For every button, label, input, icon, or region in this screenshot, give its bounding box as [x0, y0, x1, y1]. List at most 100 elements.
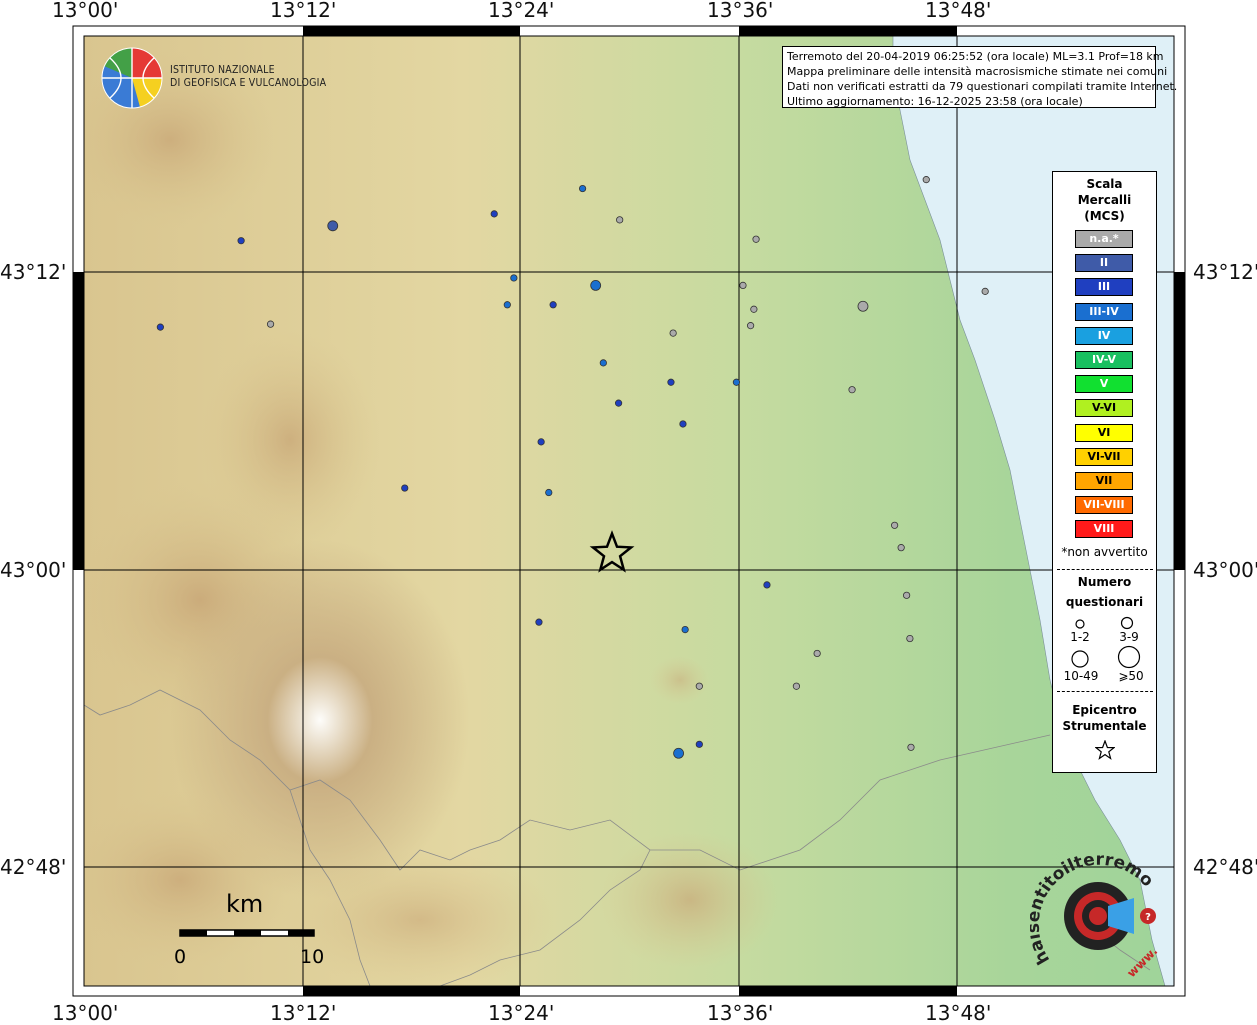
epicenter-title-2: Strumentale — [1062, 719, 1147, 733]
legend-class-vi-vii: VI-VII — [1075, 447, 1133, 466]
intensity-point[interactable] — [616, 216, 624, 224]
intensity-point[interactable] — [614, 399, 623, 407]
intensity-point[interactable] — [503, 301, 511, 309]
haisentito-badge-text: haisentitoilterremoto.it www. — [1030, 850, 1160, 980]
intensity-point[interactable] — [237, 237, 245, 245]
badge-text: haisentitoilterremoto.it — [1030, 850, 1157, 968]
intensity-point[interactable] — [907, 743, 915, 751]
intensity-point[interactable] — [763, 581, 771, 589]
intensity-point[interactable] — [857, 300, 869, 312]
intensity-point[interactable] — [732, 378, 741, 386]
lat-label-left-0: 43°12' — [0, 260, 67, 284]
count-label-50: ⩾50 — [1118, 669, 1144, 683]
legend-class-vii-viii: VII-VIII — [1075, 496, 1133, 515]
legend-class-ii: II — [1075, 254, 1133, 273]
lat-label-right-1: 43°00' — [1193, 558, 1257, 582]
intensity-point[interactable] — [667, 378, 675, 386]
legend-class-iv-v: IV-V — [1075, 351, 1133, 369]
legend-divider-2 — [1057, 691, 1153, 692]
legend-class-n-a: n.a.* — [1075, 230, 1133, 248]
epicenter-star-icon — [1095, 740, 1115, 760]
lon-label-top-2: 13°24' — [488, 0, 555, 22]
intensity-point[interactable] — [903, 591, 911, 599]
lat-label-left-2: 42°48' — [0, 855, 67, 879]
intensity-point[interactable] — [681, 625, 689, 634]
legend-class-v: V — [1075, 375, 1133, 394]
lon-label-bottom-1: 13°12' — [270, 1001, 337, 1025]
lon-label-top-1: 13°12' — [270, 0, 337, 22]
lon-label-top-4: 13°48' — [925, 0, 992, 22]
lat-label-right-2: 42°48' — [1193, 855, 1257, 879]
legend-class-iv: IV — [1075, 326, 1133, 345]
badge-www: www. — [1124, 944, 1160, 980]
lon-label-bottom-0: 13°00' — [52, 1001, 119, 1025]
lon-label-bottom-3: 13°36' — [707, 1001, 774, 1025]
intensity-point[interactable] — [906, 634, 914, 643]
intensity-point[interactable] — [981, 287, 989, 295]
intensity-point[interactable] — [327, 220, 339, 232]
scale-end: 10 — [300, 946, 325, 968]
count-label-10-49: 10-49 — [1063, 669, 1099, 683]
count-label-1-2: 1-2 — [1070, 630, 1090, 644]
count-title-1: Numero — [1077, 575, 1132, 589]
intensity-point[interactable] — [792, 682, 801, 690]
info-line-3: Dati non verificati estratti da 79 quest… — [787, 80, 1178, 93]
intensity-point[interactable] — [891, 521, 899, 529]
legend: Scala Mercalli (MCS) n.a.* II III III-IV IV I… — [1052, 171, 1157, 773]
intensity-point[interactable] — [266, 320, 275, 328]
intensity-point[interactable] — [739, 281, 747, 290]
ingv-logo-text: ISTITUTO NAZIONALE DI GEOFISICA E VULCAN… — [170, 64, 326, 90]
intensity-point[interactable] — [669, 329, 677, 337]
info-line-2: Mappa preliminare delle intensità macros… — [787, 65, 1168, 78]
intensity-point[interactable] — [750, 305, 758, 313]
legend-class-iii-iv: III-IV — [1075, 302, 1133, 321]
logo-line-2: DI GEOFISICA E VULCANOLOGIA — [170, 77, 327, 89]
count-symbol-50 — [1117, 645, 1141, 669]
lon-label-bottom-4: 13°48' — [925, 1001, 992, 1025]
intensity-point[interactable] — [695, 682, 703, 690]
info-line-1: Terremoto del 20-04-2019 06:25:52 (ora l… — [787, 50, 1164, 63]
ingv-logo-icon — [101, 47, 163, 109]
count-symbol-1-2 — [1075, 619, 1085, 629]
legend-title-2: Mercalli — [1077, 193, 1132, 207]
legend-class-vi: VI — [1075, 423, 1133, 442]
legend-note: *non avvertito — [1061, 545, 1148, 559]
intensity-point[interactable] — [156, 323, 164, 331]
intensity-point[interactable] — [545, 488, 553, 497]
legend-class-viii: VIII — [1075, 520, 1133, 539]
svg-text:haisentitoilterremoto.it: haisentitoilterremoto.it — [1030, 850, 1157, 968]
intensity-point[interactable] — [590, 280, 602, 291]
intensity-point[interactable] — [535, 618, 543, 626]
intensity-point[interactable] — [599, 359, 607, 367]
intensity-point[interactable] — [922, 176, 930, 184]
legend-divider-1 — [1057, 569, 1153, 570]
intensity-point[interactable] — [848, 386, 856, 394]
intensity-point[interactable] — [747, 322, 755, 330]
lon-label-top-0: 13°00' — [52, 0, 119, 22]
intensity-point[interactable] — [897, 544, 905, 552]
count-symbol-3-9 — [1120, 616, 1134, 630]
intensity-point[interactable] — [401, 484, 409, 492]
intensity-point[interactable] — [695, 740, 703, 748]
count-label-3-9: 3-9 — [1119, 630, 1139, 644]
epicenter-title-1: Epicentro — [1072, 703, 1137, 717]
intensity-point[interactable] — [752, 235, 760, 243]
intensity-point[interactable] — [549, 301, 557, 309]
intensity-point[interactable] — [510, 274, 518, 282]
legend-title-3: (MCS) — [1084, 209, 1125, 223]
lon-label-bottom-2: 13°24' — [488, 1001, 555, 1025]
count-title-2: questionari — [1065, 595, 1144, 609]
scale-unit: km — [226, 890, 264, 918]
legend-class-vii: VII — [1075, 472, 1133, 490]
intensity-point[interactable] — [490, 210, 498, 218]
intensity-point[interactable] — [813, 649, 821, 658]
intensity-point[interactable] — [679, 420, 687, 428]
scale-bar — [179, 929, 315, 937]
intensity-point[interactable] — [673, 747, 684, 759]
event-info-box: Terremoto del 20-04-2019 06:25:52 (ora l… — [782, 46, 1178, 108]
intensity-point[interactable] — [537, 438, 545, 446]
lat-label-right-0: 43°12' — [1193, 260, 1257, 284]
intensity-point[interactable] — [578, 184, 587, 193]
legend-title-1: Scala — [1086, 177, 1123, 191]
scale-start: 0 — [174, 946, 187, 968]
